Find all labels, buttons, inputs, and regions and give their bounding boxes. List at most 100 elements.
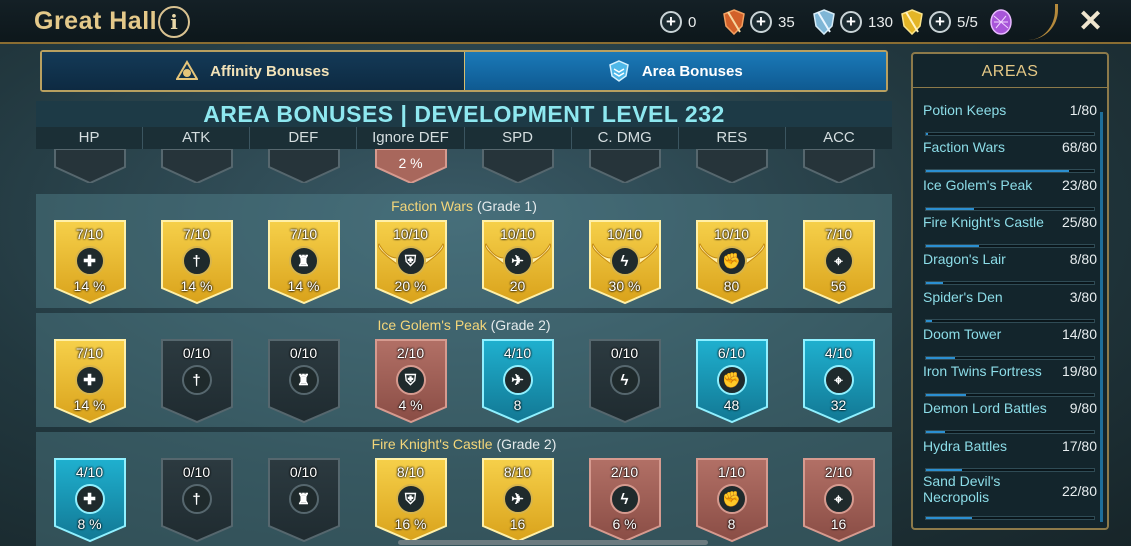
area-list-item[interactable]: Doom Tower 14/80 xyxy=(923,326,1097,363)
badge-level: 10/10 xyxy=(606,226,643,242)
area-list-item[interactable]: Potion Keeps 1/80 xyxy=(923,102,1097,139)
area-list-item[interactable]: Dragon's Lair 8/80 xyxy=(923,251,1097,288)
area-name: Sand Devil's Necropolis xyxy=(923,473,1001,505)
bonus-badge-acc[interactable]: 4/10 ⌖ 32 xyxy=(801,337,877,425)
area-icon xyxy=(608,60,629,82)
area-list-item[interactable]: Iron Twins Fortress 19/80 xyxy=(923,363,1097,400)
bonus-badge-hp[interactable]: 7/10 ✚ 14 % xyxy=(52,337,128,425)
bonus-badge-c-dmg[interactable]: 10/10 ϟ 30 % xyxy=(587,218,663,306)
hp-cross-icon: ✚ xyxy=(74,246,105,276)
area-list-item[interactable]: Ice Golem's Peak 23/80 xyxy=(923,177,1097,214)
area-list-item[interactable]: Spider's Den 3/80 xyxy=(923,289,1097,326)
column-header-def: DEF xyxy=(250,127,358,149)
area-progress-fill xyxy=(926,394,966,397)
bonus-badge-res[interactable]: 6/10 ✊ 48 xyxy=(694,337,770,425)
bonus-badge-c-dmg[interactable]: 0/10 ϟ xyxy=(587,337,663,425)
atk-sword-icon: † xyxy=(181,484,212,514)
areas-scrollbar[interactable] xyxy=(1100,112,1103,522)
area-list-item[interactable]: Hydra Battles 17/80 xyxy=(923,438,1097,475)
horizontal-scrollbar[interactable] xyxy=(398,540,708,545)
resource-orange: + 0 xyxy=(660,9,696,35)
bonus-badge-ignore-def[interactable]: 10/10 ⛨ 20 % xyxy=(373,218,449,306)
bonus-badge-spd[interactable]: 4/10 ✈ 8 xyxy=(480,337,556,425)
area-name: Faction Wars xyxy=(923,139,1005,156)
section-grade: (Grade 2) xyxy=(496,436,557,452)
area-count: 19/80 xyxy=(1061,363,1097,380)
bonus-badge-def[interactable]: 7/10 ♜ 14 % xyxy=(266,218,342,306)
column-header-atk: ATK xyxy=(143,127,251,149)
bonus-badge-acc[interactable]: 7/10 ⌖ 56 xyxy=(801,218,877,306)
bonus-badge-res[interactable]: 1/10 ✊ 8 xyxy=(694,456,770,544)
section-title: Fire Knight's Castle (Grade 2) xyxy=(36,436,892,452)
gold-shield-icon xyxy=(901,9,923,35)
bonus-badge-ignore-def[interactable]: 2/10 ⛨ 4 % xyxy=(373,337,449,425)
tab-affinity-bonuses[interactable]: Affinity Bonuses xyxy=(42,52,465,90)
section-ice-golems-peak: Ice Golem's Peak (Grade 2) 7/10 ✚ 14 % 0/10… xyxy=(36,313,892,427)
resource-value: 5/5 xyxy=(957,13,978,31)
badge-value: 6 % xyxy=(612,516,637,532)
tab-area-bonuses[interactable]: Area Bonuses xyxy=(464,52,886,90)
bonus-badge-def[interactable]: 0/10 ♜ xyxy=(266,337,342,425)
bonus-badge-ignore-def[interactable]: 8/10 ⛨ 16 % xyxy=(373,456,449,544)
bonus-badge-res[interactable]: 10/10 ✊ 80 xyxy=(694,218,770,306)
ignore-def-armor-icon: ⛨ xyxy=(395,365,426,395)
resource-value: 130 xyxy=(868,13,894,31)
bonus-badge-c-dmg[interactable]: 2/10 ϟ 6 % xyxy=(587,456,663,544)
bonus-badge-hp[interactable]: 7/10 ✚ 14 % xyxy=(52,218,128,306)
area-list-item[interactable]: Faction Wars 68/80 xyxy=(923,139,1097,176)
area-name: Iron Twins Fortress xyxy=(923,363,1042,380)
affinity-icon xyxy=(176,60,199,80)
area-progress-fill xyxy=(926,170,1069,173)
spd-bird-icon: ✈ xyxy=(502,246,533,276)
area-list-item[interactable]: Fire Knight's Castle 25/80 xyxy=(923,214,1097,251)
badge-value: 8 xyxy=(727,516,736,532)
close-icon[interactable]: ✕ xyxy=(1078,4,1103,39)
area-name: Ice Golem's Peak xyxy=(923,176,1033,193)
bonus-badge-atk[interactable]: 0/10 † xyxy=(159,456,235,544)
add-resource-button[interactable]: + xyxy=(929,11,951,33)
badge-level: 2/10 xyxy=(610,464,639,480)
add-resource-button[interactable]: + xyxy=(840,11,862,33)
area-progress-fill xyxy=(926,207,975,210)
badge-level: 10/10 xyxy=(392,226,429,242)
top-bar: Great Hall i + 0 + 35 + 130 + 5/5 ✕ xyxy=(0,0,1131,44)
bonus-badge-hp[interactable]: 4/10 ✚ 8 % xyxy=(52,456,128,544)
info-icon[interactable]: i xyxy=(158,6,190,38)
bonus-badge-atk[interactable]: 0/10 † xyxy=(159,337,235,425)
badge-value: 14 % xyxy=(73,397,106,413)
spd-bird-icon: ✈ xyxy=(502,365,533,395)
res-fist-icon: ✊ xyxy=(716,246,747,276)
badge-level: 2/10 xyxy=(396,345,425,361)
acc-crosshair-icon: ⌖ xyxy=(823,484,854,514)
section-name: Fire Knight's Castle xyxy=(371,436,493,452)
badge-value: 14 % xyxy=(73,278,106,294)
tab-label: Area Bonuses xyxy=(641,62,743,80)
badge-value: 32 xyxy=(830,397,847,413)
badge-value: 20 xyxy=(509,278,526,294)
resource-gold: + 130 xyxy=(840,9,893,35)
area-progress-bar xyxy=(925,132,1095,136)
bonus-badge-def[interactable]: 0/10 ♜ xyxy=(266,456,342,544)
partial-badge xyxy=(53,149,126,183)
section-name: Faction Wars xyxy=(391,198,474,214)
area-list-item[interactable]: Demon Lord Battles 9/80 xyxy=(923,400,1097,437)
area-bonuses-heading: AREA BONUSES | DEVELOPMENT LEVEL 232 xyxy=(36,101,892,127)
resource-blue: + 35 xyxy=(750,9,795,35)
badge-level: 4/10 xyxy=(503,345,532,361)
bonus-badge-spd[interactable]: 10/10 ✈ 20 xyxy=(480,218,556,306)
section-grade: (Grade 2) xyxy=(490,317,551,333)
area-list-item[interactable]: Sand Devil's Necropolis 22/80 xyxy=(923,473,1097,520)
add-resource-button[interactable]: + xyxy=(660,11,682,33)
partial-badge xyxy=(267,149,340,183)
add-resource-button[interactable]: + xyxy=(750,11,772,33)
partial-badge xyxy=(588,149,661,183)
page-title: Great Hall xyxy=(34,7,158,35)
bonus-badge-spd[interactable]: 8/10 ✈ 16 xyxy=(480,456,556,544)
bonus-badge-acc[interactable]: 2/10 ⌖ 16 xyxy=(801,456,877,544)
area-progress-bar xyxy=(925,355,1095,360)
badge-value: 16 xyxy=(509,516,526,532)
area-progress-bar xyxy=(925,430,1095,435)
area-count: 9/80 xyxy=(1069,400,1097,417)
bonus-badge-atk[interactable]: 7/10 † 14 % xyxy=(159,218,235,306)
badge-level: 4/10 xyxy=(824,345,853,361)
